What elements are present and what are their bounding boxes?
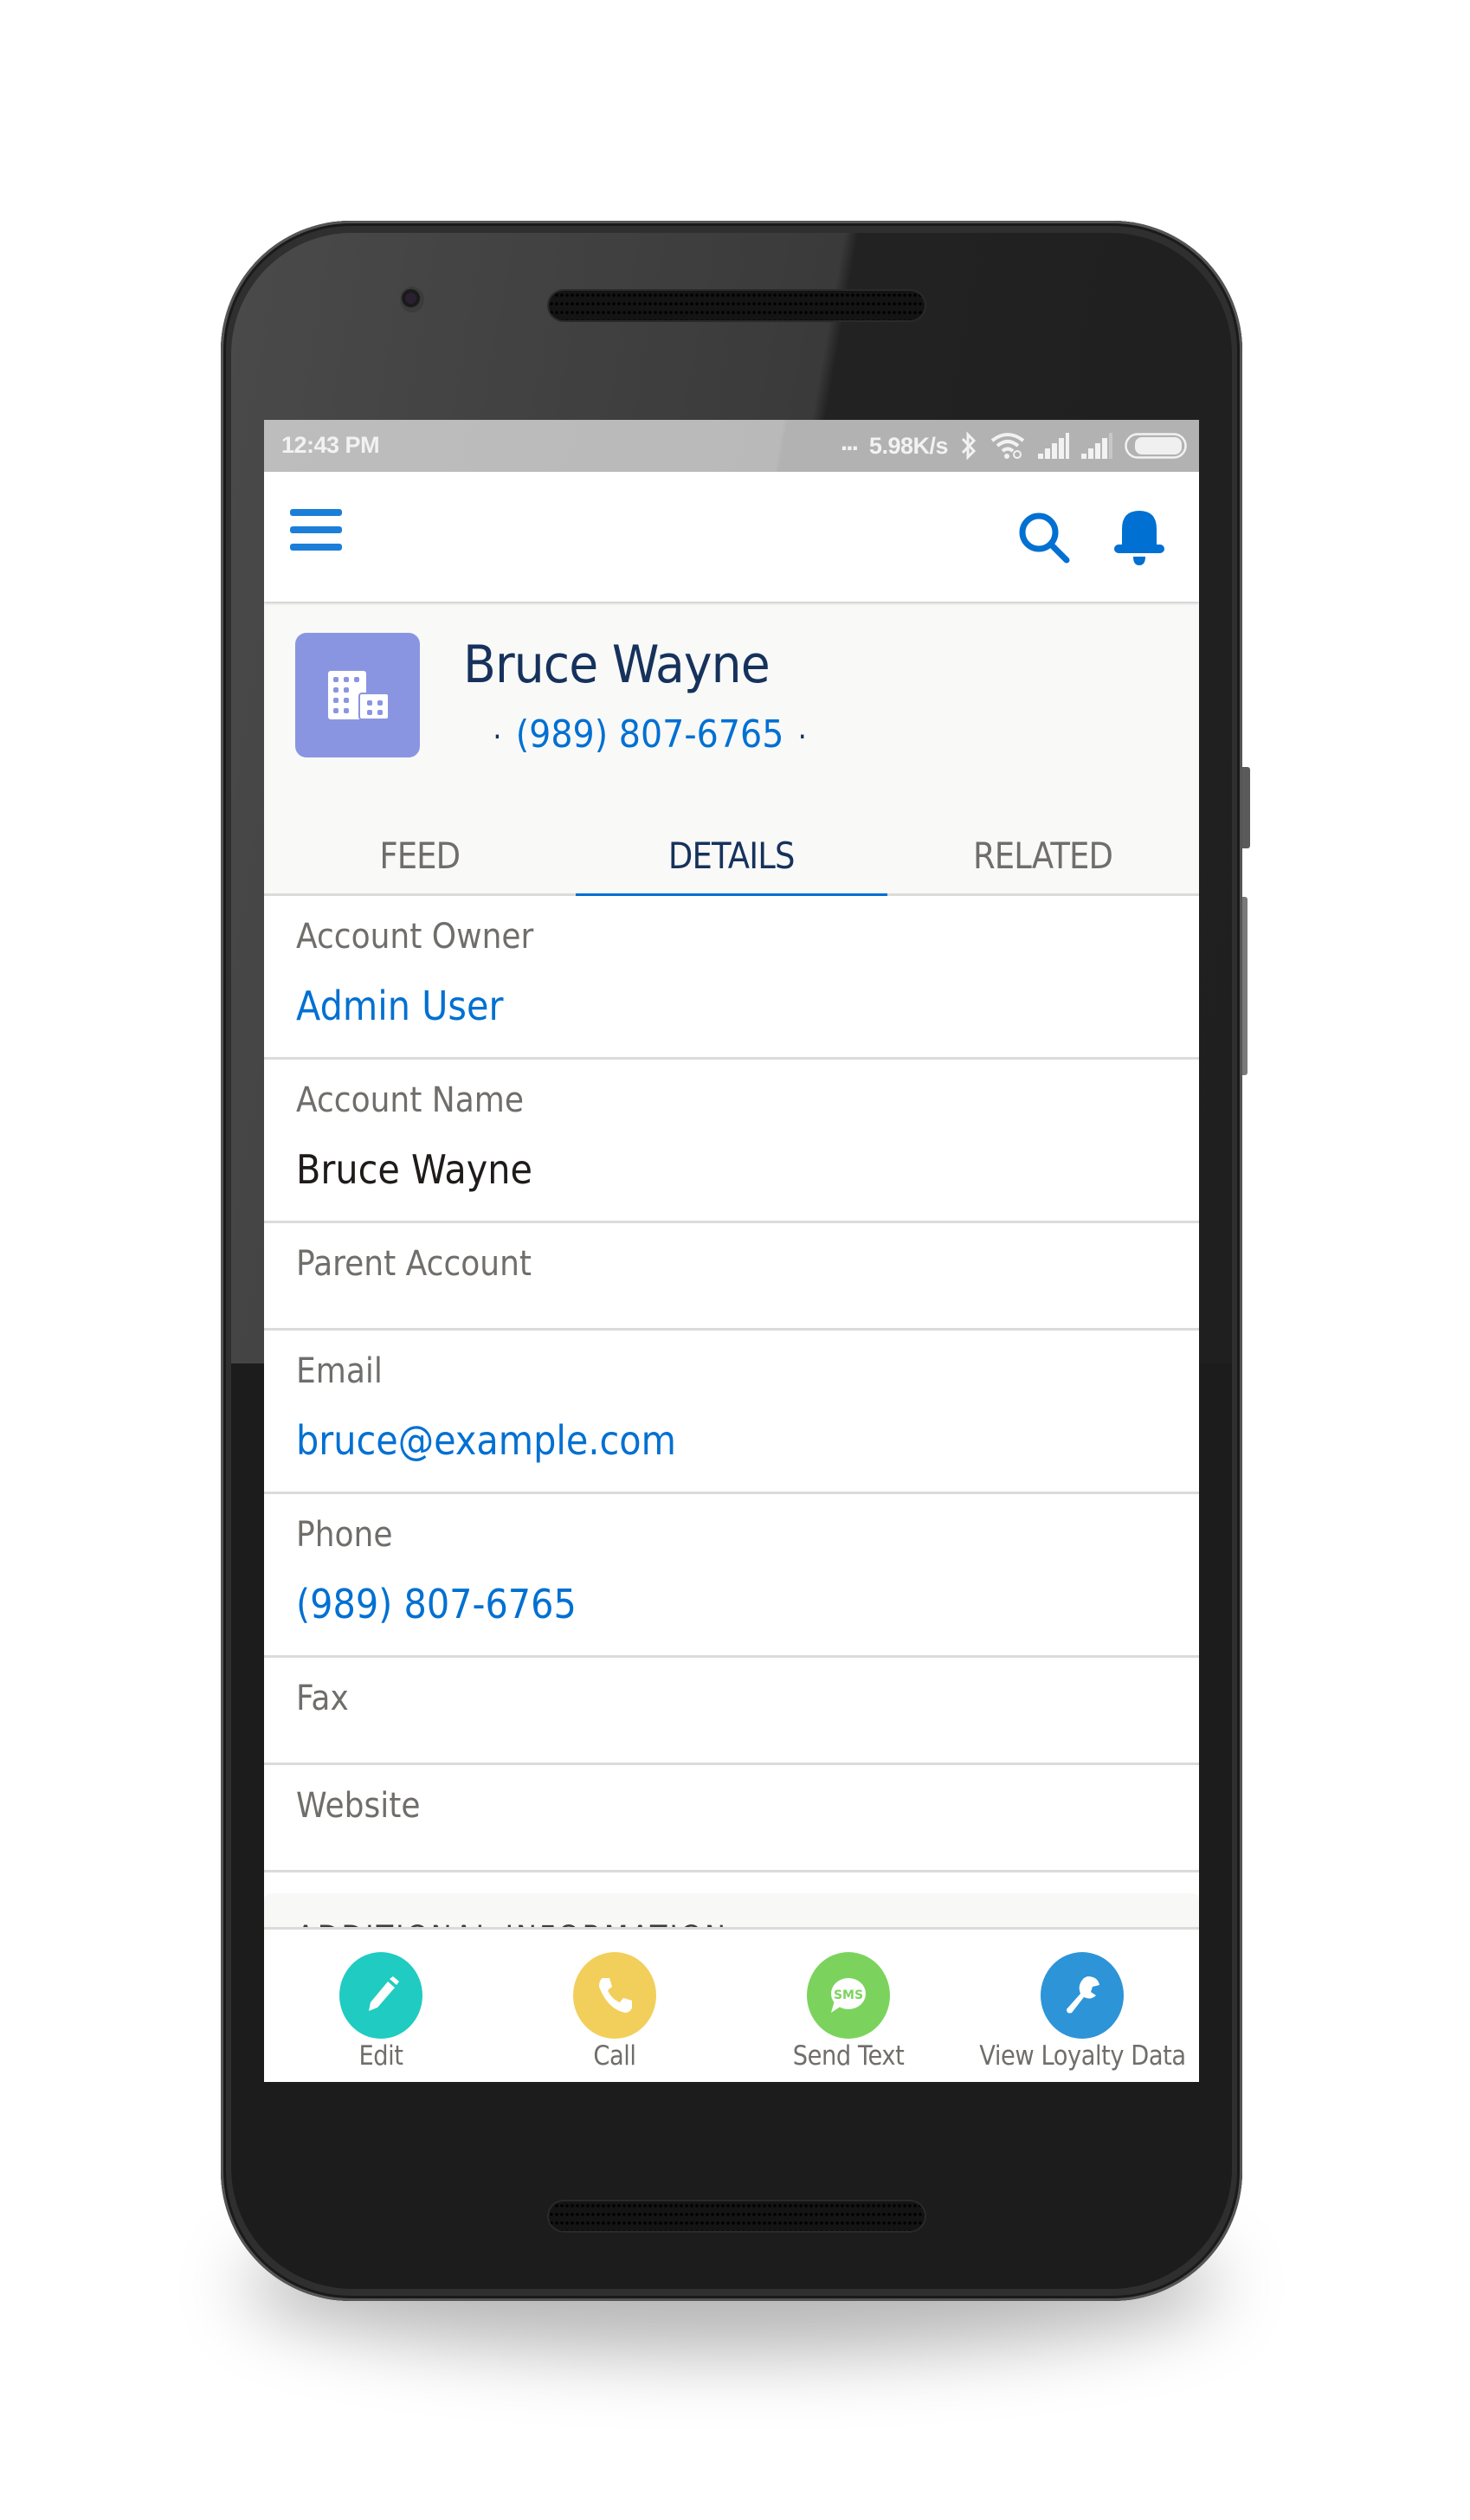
earpiece-speaker xyxy=(549,291,925,320)
bottom-speaker xyxy=(549,2201,925,2231)
action-label: View Loyalty Data xyxy=(979,2040,1186,2072)
tab-label: RELATED xyxy=(973,835,1113,877)
network-speed: 5.98K/s xyxy=(868,432,949,459)
field-email: Email bruce@example.com xyxy=(264,1331,1199,1494)
action-label: Send Text xyxy=(792,2040,905,2072)
signal-icon xyxy=(1081,433,1112,459)
phone-icon xyxy=(599,1978,632,2013)
field-label: Email xyxy=(296,1351,383,1391)
status-dots: ... xyxy=(840,428,859,456)
tab-label: FEED xyxy=(379,835,461,877)
call-action-circle xyxy=(573,1952,656,2039)
phone-link[interactable]: (989) 807-6765 xyxy=(296,1581,577,1627)
status-icons: ... 5.98K/s xyxy=(840,428,1187,463)
separator-dot: · xyxy=(797,719,807,755)
field-label: Account Owner xyxy=(296,917,534,957)
phone-screen: 12:43 PM ... 5.98K/s Bruce Wayne · (989)… xyxy=(264,420,1199,2082)
hamburger-menu-icon[interactable] xyxy=(290,509,342,557)
edit-action-circle xyxy=(339,1952,422,2039)
search-icon[interactable] xyxy=(1014,506,1074,567)
details-field-list: Account Owner Admin User Account Name Br… xyxy=(264,896,1199,1872)
bluetooth-icon xyxy=(960,431,977,461)
tab-label: DETAILS xyxy=(668,835,795,877)
call-action-button[interactable]: Call xyxy=(498,1930,732,2082)
action-label: Edit xyxy=(358,2040,403,2072)
account-avatar xyxy=(295,633,420,757)
action-label: Call xyxy=(593,2040,636,2072)
battery-icon xyxy=(1125,433,1187,459)
record-tabs: FEED DETAILS RELATED xyxy=(264,835,1199,899)
record-header: Bruce Wayne · (989) 807-6765 · FEED DETAIL… xyxy=(264,602,1199,899)
field-website: Website xyxy=(264,1765,1199,1872)
field-phone: Phone (989) 807-6765 xyxy=(264,1494,1199,1658)
edit-action-button[interactable]: Edit xyxy=(264,1930,498,2082)
field-label: Parent Account xyxy=(296,1244,532,1284)
field-label: Phone xyxy=(296,1515,393,1555)
account-name-value: Bruce Wayne xyxy=(296,1146,532,1193)
wrench-icon xyxy=(1067,1976,1099,2014)
send-text-action-circle: SMS xyxy=(807,1952,890,2039)
action-bar: Edit Call SMS Send Text View Loyalty Dat… xyxy=(264,1927,1199,2082)
wifi-icon xyxy=(990,432,1026,460)
tab-feed[interactable]: FEED xyxy=(264,835,576,896)
field-fax: Fax xyxy=(264,1658,1199,1765)
field-label: Fax xyxy=(296,1679,349,1718)
field-account-owner: Account Owner Admin User xyxy=(264,896,1199,1060)
email-link[interactable]: bruce@example.com xyxy=(296,1417,676,1464)
field-account-name: Account Name Bruce Wayne xyxy=(264,1060,1199,1223)
bell-icon[interactable] xyxy=(1109,506,1170,567)
view-loyalty-data-action-button[interactable]: View Loyalty Data xyxy=(965,1930,1199,2082)
field-label: Website xyxy=(296,1786,421,1826)
send-text-action-button[interactable]: SMS Send Text xyxy=(732,1930,965,2082)
tab-related[interactable]: RELATED xyxy=(887,835,1199,896)
view-loyalty-data-action-circle xyxy=(1041,1952,1124,2039)
app-nav-bar xyxy=(264,472,1199,602)
front-camera xyxy=(400,287,424,313)
field-parent-account: Parent Account xyxy=(264,1223,1199,1331)
status-time: 12:43 PM xyxy=(281,432,380,458)
tab-details[interactable]: DETAILS xyxy=(576,835,887,899)
record-phone-link[interactable]: (989) 807-6765 xyxy=(516,712,784,757)
record-subtitle: · (989) 807-6765 · xyxy=(479,712,821,757)
signal-icon xyxy=(1038,433,1069,459)
svg-text:SMS: SMS xyxy=(834,1988,863,2002)
record-title: Bruce Wayne xyxy=(463,635,770,695)
status-bar: 12:43 PM ... 5.98K/s xyxy=(264,420,1199,472)
pencil-icon xyxy=(369,1976,399,2011)
field-label: Account Name xyxy=(296,1080,525,1120)
separator-dot: · xyxy=(493,719,502,755)
account-owner-link[interactable]: Admin User xyxy=(296,983,503,1029)
sms-icon: SMS xyxy=(831,1978,866,2013)
account-building-icon xyxy=(328,671,389,720)
